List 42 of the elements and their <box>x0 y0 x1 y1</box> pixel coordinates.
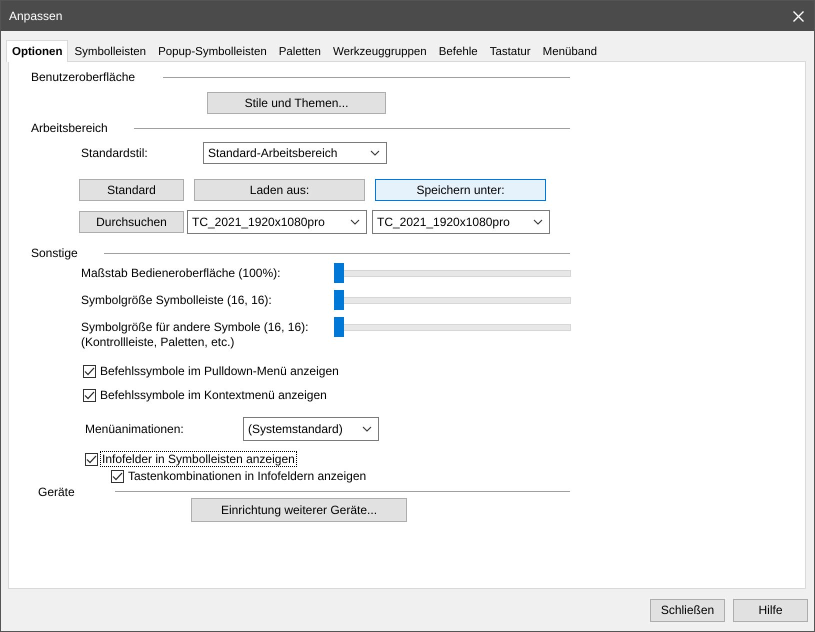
slider-thumb[interactable] <box>334 263 344 283</box>
slider-label: Maßstab Bedieneroberfläche (100%): <box>81 266 282 280</box>
section-title: Sonstige <box>31 246 78 260</box>
checkbox-label: Tastenkombinationen in Infofeldern anzeigen <box>127 469 368 483</box>
field-label: Standardstil: <box>81 146 149 160</box>
dropdown-caret-icon <box>362 426 372 432</box>
slider-thumb[interactable] <box>334 317 344 337</box>
dropdown[interactable]: Standard-Arbeitsbereich <box>203 142 387 164</box>
window-title: Anpassen <box>9 9 62 23</box>
browse-button[interactable]: Durchsuchen <box>79 211 184 233</box>
slider-label: Symbolgröße für andere Symbole (16, 16): (Kontrollleiste, Paletten, etc.) <box>81 320 310 350</box>
section-title: Geräte <box>38 484 75 498</box>
checkbox[interactable] <box>83 364 96 378</box>
checkbox[interactable] <box>83 388 96 402</box>
slider-track[interactable] <box>334 290 571 310</box>
styles-themes-button[interactable]: Stile und Themen... <box>207 92 386 114</box>
dropdown[interactable]: TC_2021_1920x1080pro <box>187 210 367 234</box>
slider-track[interactable] <box>334 317 571 337</box>
footer-button[interactable]: Schließen <box>650 598 725 622</box>
dropdown[interactable]: TC_2021_1920x1080pro <box>372 210 550 234</box>
workspace-button[interactable]: Speichern unter: <box>375 179 546 201</box>
section-title: Benutzeroberfläche <box>31 70 136 84</box>
checkbox[interactable] <box>111 470 124 482</box>
workspace-button[interactable]: Standard <box>79 179 184 201</box>
checkbox[interactable] <box>85 452 98 466</box>
dropdown-caret-icon <box>350 219 360 225</box>
dropdown-caret-icon <box>533 219 543 225</box>
workspace-button[interactable]: Laden aus: <box>194 179 365 201</box>
slider-thumb[interactable] <box>334 290 344 310</box>
dropdown-caret-icon <box>370 150 380 156</box>
footer-button[interactable]: Hilfe <box>733 598 808 622</box>
checkbox-label: Infofelder in Symbolleisten anzeigen <box>101 452 296 466</box>
slider-track[interactable] <box>334 263 571 283</box>
checkbox-label: Befehlssymbole im Kontextmenü anzeigen <box>99 388 328 402</box>
dropdown[interactable]: (Systemstandard) <box>243 417 379 441</box>
checkbox-label: Befehlssymbole im Pulldown-Menü anzeigen <box>99 364 340 378</box>
field-label: Menüanimationen: <box>85 422 185 436</box>
close-icon[interactable] <box>793 10 804 22</box>
tab[interactable]: Optionen <box>6 40 68 62</box>
section-title: Arbeitsbereich <box>31 121 108 135</box>
devices-button[interactable]: Einrichtung weiterer Geräte... <box>191 498 407 522</box>
slider-label: Symbolgröße Symbolleiste (16, 16): <box>81 292 273 308</box>
